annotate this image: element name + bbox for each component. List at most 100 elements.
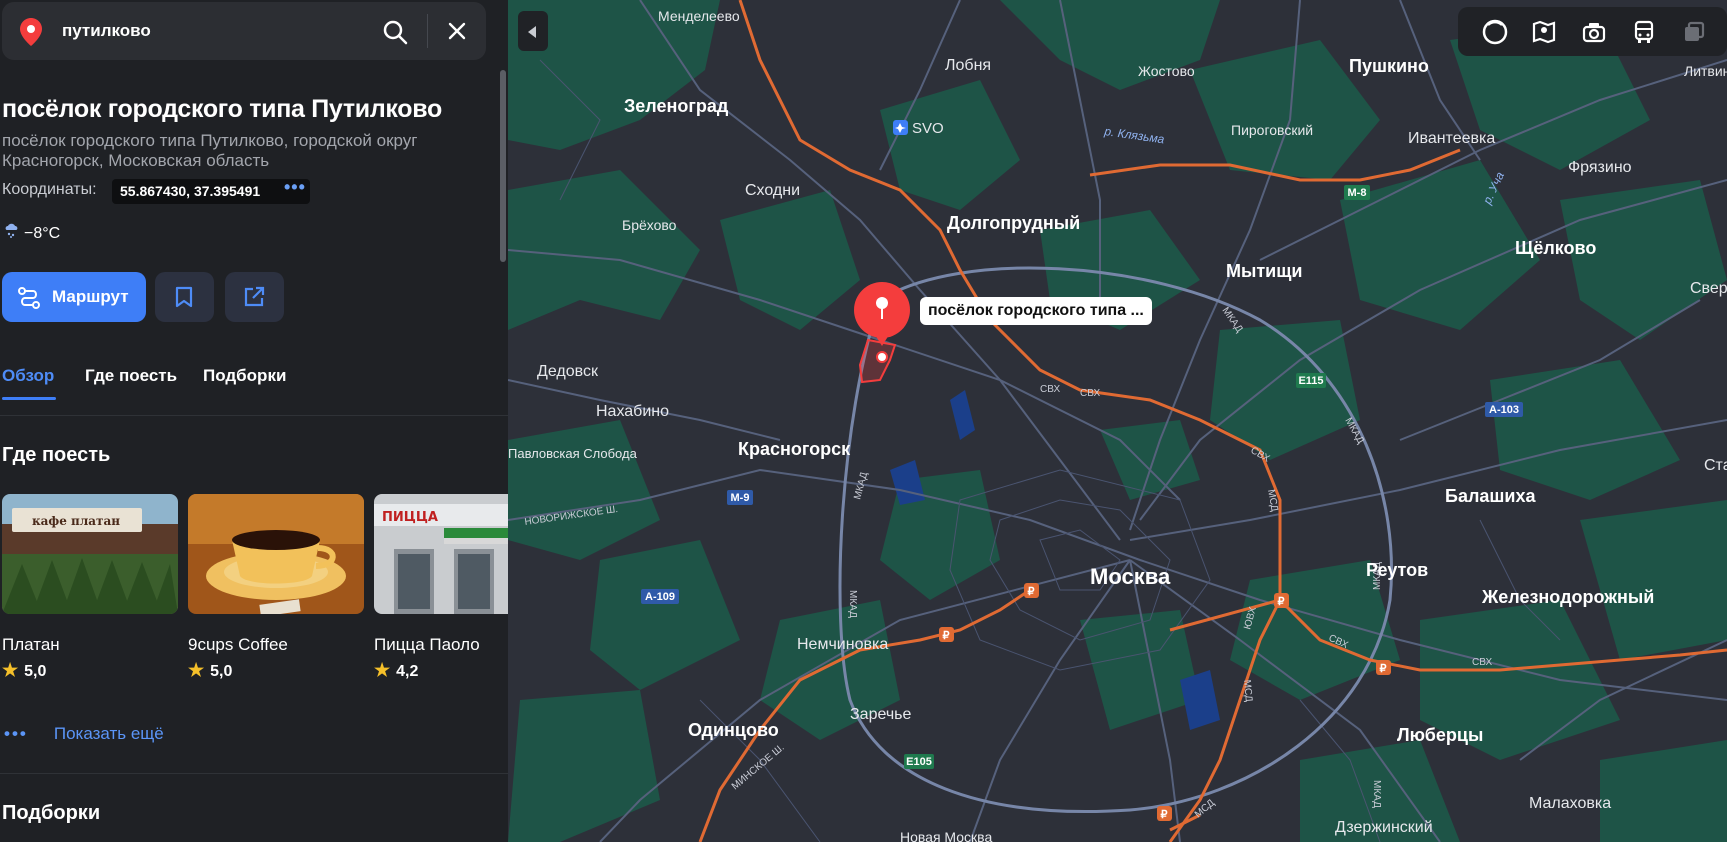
- label-dedovsk: Дедовск: [537, 363, 599, 380]
- show-more-label: Показать ещё: [53, 724, 164, 743]
- show-more-button[interactable]: ••• Показать ещё: [4, 724, 164, 744]
- place-card[interactable]: ПИЦЦА Пицца Паоло ★ 4,2: [374, 494, 508, 680]
- search-icon[interactable]: [382, 19, 408, 45]
- shield-m8: М-8: [1348, 187, 1367, 199]
- place-name[interactable]: Пицца Паоло: [374, 635, 480, 655]
- city-odintsovo: Одинцово: [688, 720, 779, 740]
- city-dolgoprudny: Долгопрудный: [947, 213, 1080, 233]
- shield-a103: А-103: [1489, 404, 1519, 416]
- place-name[interactable]: 9cups Coffee: [188, 635, 288, 655]
- location-pin-icon: [20, 18, 42, 46]
- city-pushkino: Пушкино: [1349, 56, 1429, 76]
- svg-text:МКАД: МКАД: [847, 590, 858, 618]
- shield-m9: М-9: [731, 492, 750, 504]
- star-icon: ★: [2, 660, 19, 680]
- label-nemchinovka: Немчиновка: [797, 636, 888, 653]
- tab-active-underline: [2, 397, 56, 400]
- tab-collections[interactable]: Подборки: [203, 366, 286, 386]
- shield-e115: Е115: [1298, 375, 1323, 387]
- place-title: посёлок городского типа Путилково: [2, 95, 442, 123]
- bookmark-button[interactable]: [155, 272, 214, 322]
- weather-temp: −8°C: [24, 225, 61, 242]
- share-icon: [244, 286, 265, 307]
- label-mendeleevo: Менделеево: [658, 8, 740, 24]
- label-malakhovka: Малаховка: [1529, 795, 1611, 812]
- label-litvin: Литвин: [1684, 63, 1727, 79]
- coords-label: Координаты:: [2, 181, 97, 198]
- camera-icon[interactable]: [1581, 19, 1607, 45]
- label-zarechye: Заречье: [850, 706, 912, 723]
- label-pirogovsky: Пироговский: [1231, 122, 1313, 138]
- snow-cloud-icon: [5, 223, 18, 238]
- search-divider: [427, 14, 428, 48]
- section-title-eat: Где поесть: [2, 444, 111, 466]
- shield-a109: А-109: [645, 591, 675, 603]
- city-zelenograd: Зеленоград: [624, 96, 729, 116]
- section-title-collections: Подборки: [2, 802, 101, 824]
- collapse-panel-button[interactable]: [518, 11, 548, 51]
- divider: [0, 773, 508, 774]
- label-pavlovskaya: Павловская Слобода: [508, 446, 638, 461]
- label-lobnya: Лобня: [945, 57, 991, 74]
- svg-text:ПИЦЦА: ПИЦЦА: [382, 510, 438, 525]
- bookmark-icon: [175, 286, 193, 308]
- route-icon: [18, 287, 40, 309]
- marker-label[interactable]: посёлок городского типа ...: [920, 297, 1152, 325]
- triangle-left-icon: [528, 26, 536, 38]
- place-rating: ★ 4,2: [374, 660, 419, 680]
- search-bar[interactable]: путилково: [2, 2, 486, 60]
- city-zheleznodorozhny: Железнодорожный: [1481, 587, 1654, 607]
- share-button[interactable]: [225, 272, 284, 322]
- more-icon[interactable]: •••: [284, 177, 306, 198]
- city-krasnogorsk: Красногорск: [738, 439, 851, 459]
- place-card[interactable]: кафе платан Платан ★ 5,0: [2, 494, 178, 680]
- svg-text:МСД: МСД: [1241, 679, 1254, 702]
- label-brekhovo: Брёхово: [622, 217, 677, 233]
- place-card[interactable]: 9cups Coffee ★ 5,0: [188, 494, 364, 680]
- star-icon: ★: [188, 660, 205, 680]
- svg-text:₽: ₽: [1380, 663, 1387, 675]
- overlays-icon[interactable]: [1681, 19, 1707, 45]
- label-nakhabino: Нахабино: [596, 403, 669, 420]
- place-photo-9cups[interactable]: [188, 494, 364, 614]
- svg-text:СВХ: СВХ: [1080, 388, 1100, 399]
- city-moskva: Москва: [1090, 564, 1171, 589]
- search-input[interactable]: путилково: [62, 21, 151, 41]
- svg-text:₽: ₽: [1028, 586, 1035, 598]
- place-name[interactable]: Платан: [2, 635, 60, 655]
- star-icon: ★: [374, 660, 391, 680]
- city-mytishchi: Мытищи: [1226, 261, 1303, 281]
- label-sverdlo: Свердло: [1690, 280, 1727, 297]
- route-button[interactable]: Маршрут: [2, 272, 146, 322]
- close-icon[interactable]: [448, 22, 466, 40]
- label-svo: SVO: [912, 120, 944, 137]
- place-rating: ★ 5,0: [2, 660, 47, 680]
- divider: [0, 415, 508, 416]
- svg-text:₽: ₽: [943, 630, 950, 642]
- coords-value[interactable]: 55.867430, 37.395491: [120, 183, 260, 199]
- label-fryazino: Фрязино: [1568, 159, 1632, 176]
- svg-text:кафе платан: кафе платан: [32, 514, 120, 528]
- label-sta: Ста: [1704, 457, 1727, 474]
- layers-circle-icon[interactable]: [1482, 19, 1508, 45]
- place-photo-pizza-paolo[interactable]: ПИЦЦА: [374, 494, 508, 614]
- panel-scrollbar[interactable]: [500, 70, 506, 262]
- transit-bus-icon[interactable]: [1631, 19, 1657, 45]
- more-dots-icon: •••: [4, 724, 28, 743]
- tab-overview[interactable]: Обзор: [2, 366, 54, 386]
- city-balashikha: Балашиха: [1445, 486, 1536, 506]
- road-label-svh: СВХ: [1040, 384, 1060, 395]
- weather: −8°C: [4, 222, 60, 243]
- airport-icon: [893, 120, 908, 135]
- place-rating: ★ 5,0: [188, 660, 233, 680]
- svg-text:₽: ₽: [1161, 809, 1168, 821]
- coords-box[interactable]: 55.867430, 37.395491 •••: [112, 177, 310, 204]
- place-photo-platan[interactable]: кафе платан: [2, 494, 178, 614]
- tab-where-to-eat[interactable]: Где поесть: [85, 366, 177, 386]
- route-label: Маршрут: [52, 287, 129, 306]
- map-layers-toolbar: [1458, 7, 1727, 56]
- panorama-icon[interactable]: [1531, 19, 1557, 45]
- label-ivanteevka: Ивантеевка: [1408, 130, 1495, 147]
- city-reutov: Реутов: [1366, 560, 1428, 580]
- svg-text:СВХ: СВХ: [1472, 657, 1492, 668]
